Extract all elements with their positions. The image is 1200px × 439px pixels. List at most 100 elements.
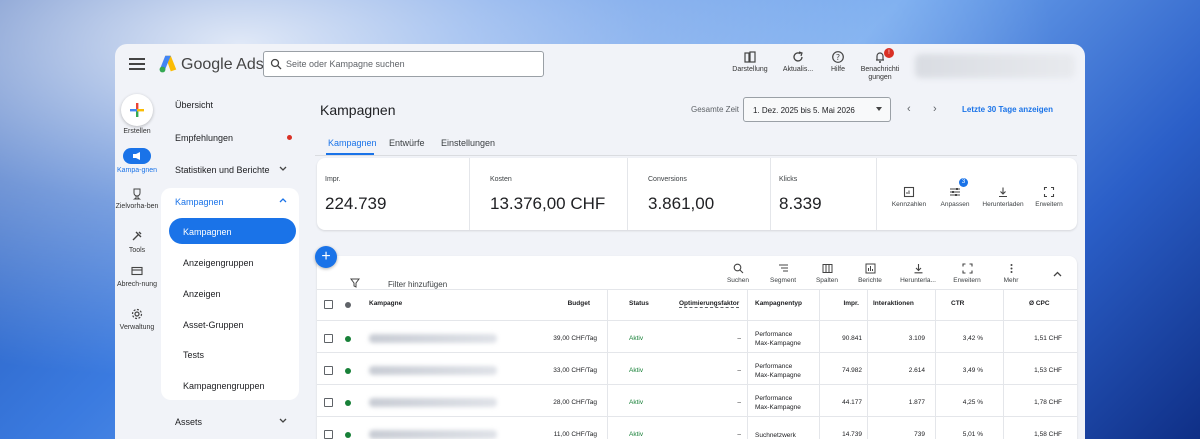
new-campaign-fab-button[interactable]: + [315,246,337,268]
metric-cost[interactable]: Kosten 13.376,00 CHF [482,158,628,230]
metric-clicks[interactable]: Klicks 8.339 [771,158,877,230]
cell-status: Aktiv [629,335,644,342]
trophy-icon[interactable] [131,188,143,200]
add-chart-icon [903,186,915,198]
row-checkbox[interactable] [324,398,333,407]
table-expand-button[interactable]: Erweitern [943,263,991,284]
hamburger-menu-icon[interactable] [129,56,145,72]
select-all-checkbox[interactable] [324,300,333,309]
chevron-down-icon [279,418,287,423]
billing-icon[interactable] [131,265,143,277]
col-header-campaign-type[interactable]: Kampagnentyp [755,300,802,307]
col-header-optimization[interactable]: Optimierungsfaktor [679,300,740,308]
metric-impressions[interactable]: Impr. 224.739 [317,158,470,230]
next-period-chevron-icon[interactable]: › [933,103,937,115]
tab-drafts[interactable]: Entwürfe [389,138,425,148]
table-search-button[interactable]: Suchen [714,263,762,284]
gear-icon[interactable] [131,308,143,320]
expand-button[interactable]: Erweitern [1027,186,1071,208]
cell-optimization: – [737,399,741,406]
col-header-status[interactable]: Status [629,300,649,307]
nav-sub-ads[interactable]: Anzeigen [183,289,221,299]
table-more-button[interactable]: Mehr [987,263,1035,284]
row-checkbox[interactable] [324,366,333,375]
row-checkbox[interactable] [324,430,333,439]
table-tool-label: Berichte [858,277,882,284]
prev-period-chevron-icon[interactable]: ‹ [907,103,911,115]
tab-campaigns[interactable]: Kampagnen [328,138,377,148]
nav-recommendations[interactable]: Empfehlungen [175,133,233,143]
metric-value: 8.339 [779,194,822,213]
tab-divider [315,155,1077,156]
table-reports-button[interactable]: Berichte [846,263,894,284]
notifications-button[interactable]: ! Benachrichti gungen [855,48,905,82]
plus-icon [130,103,144,117]
cell-ctr: 3,42 % [962,335,983,342]
megaphone-icon [133,152,140,160]
last-30-days-link[interactable]: Letzte 30 Tage anzeigen [962,105,1053,114]
search-placeholder: Seite oder Kampagne suchen [286,59,405,69]
nav-sub-campaign-groups[interactable]: Kampagnengruppen [183,381,265,391]
col-header-budget[interactable]: Budget [517,300,590,307]
download-button[interactable]: Herunterladen [981,186,1025,208]
download-icon [999,187,1007,198]
add-filter-button[interactable]: Filter hinzufügen [388,280,447,289]
nav-assets[interactable]: Assets [175,417,202,427]
download-tool-label: Herunterladen [982,201,1024,208]
tune-icon [950,188,960,196]
campaign-name-blurred[interactable] [369,334,497,343]
google-ads-logo-icon [159,55,177,73]
row-checkbox[interactable] [324,334,333,343]
recommendations-alert-dot [287,135,292,140]
nav-campaigns-group[interactable]: Kampagnen [175,197,224,207]
col-header-impressions[interactable]: Impr. [827,300,859,307]
table-segment-button[interactable]: Segment [759,263,807,284]
customize-badge: 3 [959,178,968,187]
metric-conversions[interactable]: Conversions 3.861,00 [640,158,771,230]
account-info-blurred[interactable] [915,54,1075,78]
tab-settings[interactable]: Einstellungen [441,138,495,148]
nav-sub-adgroups[interactable]: Anzeigengruppen [183,258,254,268]
metrics-button[interactable]: Kennzahlen [887,186,931,208]
appearance-button[interactable]: Darstellung [725,50,775,74]
table-tool-label: Segment [769,277,797,284]
cell-optimization: – [737,431,741,438]
cell-avg-cpc: 1,78 CHF [1034,399,1062,406]
campaign-name-blurred[interactable] [369,398,497,407]
nav-sub-asset-groups[interactable]: Asset-Gruppen [183,320,244,330]
col-header-ctr[interactable]: CTR [951,300,964,307]
status-enabled-dot [345,432,351,438]
campaign-name-blurred[interactable] [369,430,497,439]
table-download-button[interactable]: Herunterla... [894,263,942,284]
table-tool-label: Erweitern [953,277,981,284]
cell-campaign-type: Performance Max-Kampagne [755,394,801,412]
date-range-select[interactable]: 1. Dez. 2025 bis 5. Mai 2026 [743,97,891,122]
nav-stats-reports[interactable]: Statistiken und Berichte [175,165,270,175]
cell-ctr: 5,01 % [962,431,983,438]
cell-interactions: 739 [914,431,925,438]
filter-icon[interactable] [350,278,360,288]
nav-sub-tests[interactable]: Tests [183,350,204,360]
campaign-name-blurred[interactable] [369,366,497,375]
cell-avg-cpc: 1,58 CHF [1034,431,1062,438]
collapse-chevron-icon[interactable] [1053,271,1062,277]
table-tool-label: Suchen [726,277,750,284]
tools-icon[interactable] [131,230,143,242]
segment-icon [778,264,788,272]
customize-button[interactable]: 3 Anpassen [933,178,977,208]
create-button[interactable] [121,94,153,126]
cell-interactions: 3.109 [908,335,925,342]
table-columns-button[interactable]: Spalten [803,263,851,284]
nav-overview[interactable]: Übersicht [175,100,213,110]
col-header-interactions[interactable]: Interaktionen [873,300,914,307]
status-enabled-dot [345,368,351,374]
status-enabled-dot [345,400,351,406]
col-header-avg-cpc[interactable]: Ø CPC [1029,300,1050,307]
metric-divider [877,158,878,230]
status-header-dot [345,302,351,308]
create-label: Erstellen [123,128,151,135]
search-input[interactable]: Seite oder Kampagne suchen [263,51,544,77]
col-header-campaign[interactable]: Kampagne [369,300,402,307]
cell-interactions: 2.614 [908,367,925,374]
rail-label-billing: Abrech-nung [116,281,158,288]
